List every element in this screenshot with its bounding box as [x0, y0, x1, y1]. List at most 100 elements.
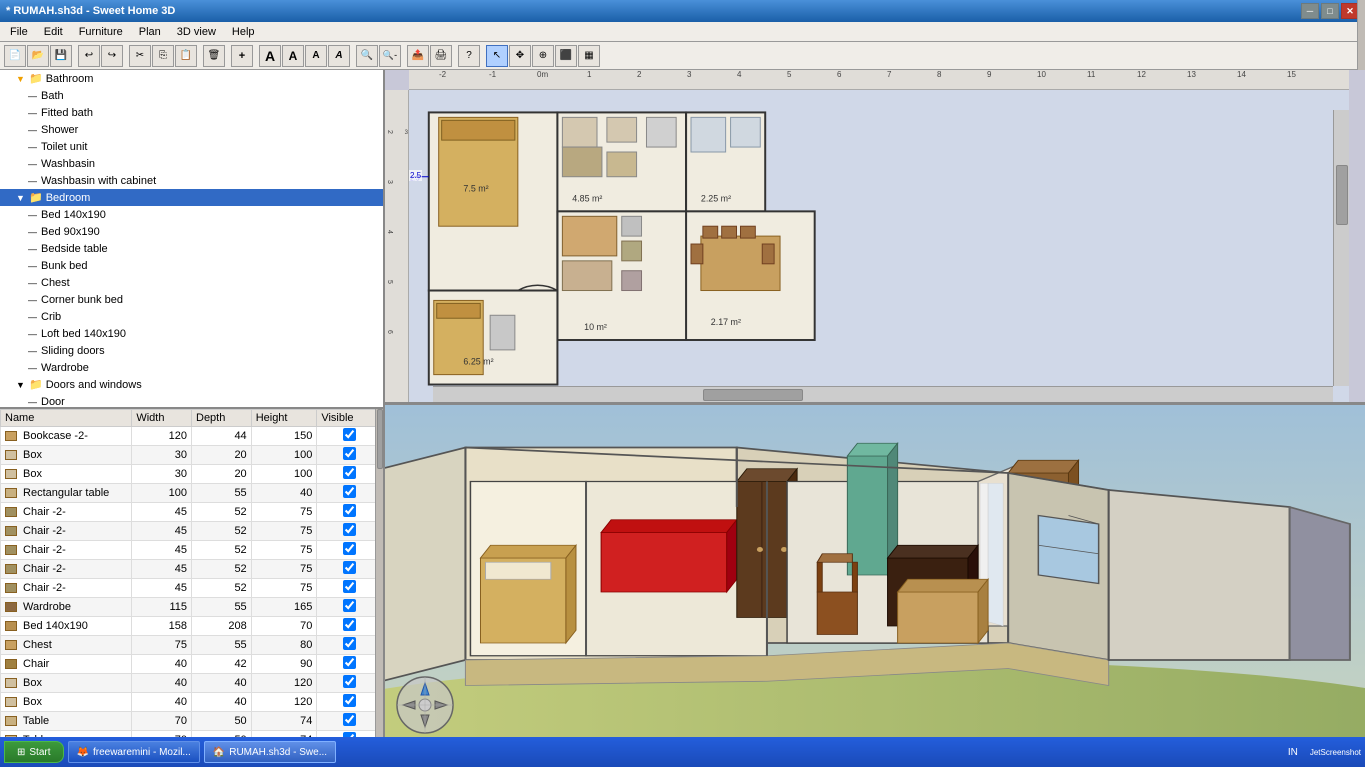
open-button[interactable]: 📂 [27, 45, 49, 67]
cell-visible[interactable] [317, 673, 383, 692]
col-width[interactable]: Width [132, 409, 192, 426]
tree-item-chest[interactable]: — Chest [0, 274, 383, 291]
add-furniture-button[interactable]: + [231, 45, 253, 67]
table-row[interactable]: Chair -2- 45 52 75 [1, 502, 383, 521]
table-row[interactable]: Chair -2- 45 52 75 [1, 540, 383, 559]
vscrollbar-2d-thumb[interactable] [1336, 165, 1348, 225]
table-row[interactable]: Box 40 40 120 [1, 692, 383, 711]
furniture-tree[interactable]: ▼ 📁 Bathroom — Bath — Fitted bath — Show… [0, 70, 383, 409]
cell-visible[interactable] [317, 521, 383, 540]
menu-plan[interactable]: Plan [131, 22, 169, 41]
table-row[interactable]: Rectangular table 100 55 40 [1, 483, 383, 502]
table-scrollbar-thumb[interactable] [377, 409, 383, 469]
tree-item-sliding[interactable]: — Sliding doors [0, 342, 383, 359]
table-row[interactable]: Chair -2- 45 52 75 [1, 578, 383, 597]
tree-item-toilet[interactable]: — Toilet unit [0, 138, 383, 155]
cell-visible[interactable] [317, 578, 383, 597]
menu-furniture[interactable]: Furniture [71, 22, 131, 41]
text-italic-button[interactable]: A [328, 45, 350, 67]
export-button[interactable]: 📤 [407, 45, 429, 67]
tree-item-bath[interactable]: — Bath [0, 87, 383, 104]
cell-visible[interactable] [317, 597, 383, 616]
cell-visible[interactable] [317, 464, 383, 483]
tree-folder-bathroom[interactable]: ▼ 📁 Bathroom [0, 70, 383, 87]
start-button[interactable]: ⊞ Start [4, 741, 64, 763]
cut-button[interactable]: ✂ [129, 45, 151, 67]
hscrollbar-thumb[interactable] [703, 389, 803, 401]
table-row[interactable]: Chair -2- 45 52 75 [1, 521, 383, 540]
new-button[interactable]: 📄 [4, 45, 26, 67]
cell-visible[interactable] [317, 540, 383, 559]
table-scrollbar[interactable] [375, 409, 383, 746]
tree-item-shower[interactable]: — Shower [0, 121, 383, 138]
visibility-checkbox[interactable] [343, 447, 356, 460]
text-medium-button[interactable]: A [282, 45, 304, 67]
add-point-tool[interactable]: ⊕ [532, 45, 554, 67]
tree-item-bed140[interactable]: — Bed 140x190 [0, 206, 383, 223]
tree-item-crib[interactable]: — Crib [0, 308, 383, 325]
taskbar-item-sweethome[interactable]: 🏠 RUMAH.sh3d - Swe... [204, 741, 336, 763]
taskbar-item-firefox[interactable]: 🦊 freewaremini - Mozil... [68, 741, 200, 763]
visibility-checkbox[interactable] [343, 713, 356, 726]
cell-visible[interactable] [317, 616, 383, 635]
floorplan-canvas[interactable]: 7.5 m² 4.85 m² 2.25 m² [409, 90, 1349, 402]
visibility-checkbox[interactable] [343, 523, 356, 536]
nav-compass[interactable] [395, 675, 455, 735]
cell-visible[interactable] [317, 654, 383, 673]
tree-folder-bedroom[interactable]: ▼ 📁 Bedroom [0, 189, 383, 206]
paste-button[interactable]: 📋 [175, 45, 197, 67]
cell-visible[interactable] [317, 559, 383, 578]
col-depth[interactable]: Depth [192, 409, 252, 426]
table-row[interactable]: Chest 75 55 80 [1, 635, 383, 654]
tree-item-washbasin-cabinet[interactable]: — Washbasin with cabinet [0, 172, 383, 189]
menu-file[interactable]: File [2, 22, 36, 41]
cell-visible[interactable] [317, 502, 383, 521]
table-row[interactable]: Table 70 50 74 [1, 711, 383, 730]
table-row[interactable]: Box 30 20 100 [1, 445, 383, 464]
select-tool[interactable]: ↖ [486, 45, 508, 67]
undo-button[interactable]: ↩ [78, 45, 100, 67]
wall-tool[interactable]: ▦ [578, 45, 600, 67]
visibility-checkbox[interactable] [343, 466, 356, 479]
tree-item-door[interactable]: — Door [0, 393, 383, 409]
table-row[interactable]: Bed 140x190 158 208 70 [1, 616, 383, 635]
visibility-checkbox[interactable] [343, 542, 356, 555]
delete-button[interactable]: 🗑 [203, 45, 225, 67]
maximize-button[interactable]: □ [1321, 3, 1339, 19]
tree-item-bunkbed[interactable]: — Bunk bed [0, 257, 383, 274]
furniture-table-area[interactable]: Name Width Depth Height Visible Bookcase… [0, 409, 383, 746]
cell-visible[interactable] [317, 426, 383, 445]
tree-item-washbasin[interactable]: — Washbasin [0, 155, 383, 172]
visibility-checkbox[interactable] [343, 428, 356, 441]
visibility-checkbox[interactable] [343, 637, 356, 650]
cell-visible[interactable] [317, 635, 383, 654]
menu-help[interactable]: Help [224, 22, 263, 41]
hscrollbar[interactable] [433, 386, 1333, 402]
table-row[interactable]: Box 40 40 120 [1, 673, 383, 692]
col-visible[interactable]: Visible [317, 409, 383, 426]
3d-view[interactable] [385, 405, 1365, 745]
floorplan-view[interactable]: -2 -1 0m 1 2 3 4 5 6 7 8 9 10 11 12 13 1 [385, 70, 1365, 405]
visibility-checkbox[interactable] [343, 599, 356, 612]
table-row[interactable]: Chair 40 42 90 [1, 654, 383, 673]
visibility-checkbox[interactable] [343, 694, 356, 707]
tree-item-fitted-bath[interactable]: — Fitted bath [0, 104, 383, 121]
tree-item-bed90[interactable]: — Bed 90x190 [0, 223, 383, 240]
tree-item-bedside[interactable]: — Bedside table [0, 240, 383, 257]
cell-visible[interactable] [317, 711, 383, 730]
pan-tool[interactable]: ✥ [509, 45, 531, 67]
col-height[interactable]: Height [251, 409, 317, 426]
tree-folder-doors[interactable]: ▼ 📁 Doors and windows [0, 376, 383, 393]
help-button[interactable]: ? [458, 45, 480, 67]
tree-item-wardrobe[interactable]: — Wardrobe [0, 359, 383, 376]
text-large-button[interactable]: A [259, 45, 281, 67]
print-button[interactable]: 🖨 [430, 45, 452, 67]
table-row[interactable]: Box 30 20 100 [1, 464, 383, 483]
visibility-checkbox[interactable] [343, 561, 356, 574]
menu-3dview[interactable]: 3D view [169, 22, 224, 41]
table-row[interactable]: Chair -2- 45 52 75 [1, 559, 383, 578]
visibility-checkbox[interactable] [343, 675, 356, 688]
cell-visible[interactable] [317, 445, 383, 464]
cell-visible[interactable] [317, 483, 383, 502]
table-row[interactable]: Wardrobe 115 55 165 [1, 597, 383, 616]
